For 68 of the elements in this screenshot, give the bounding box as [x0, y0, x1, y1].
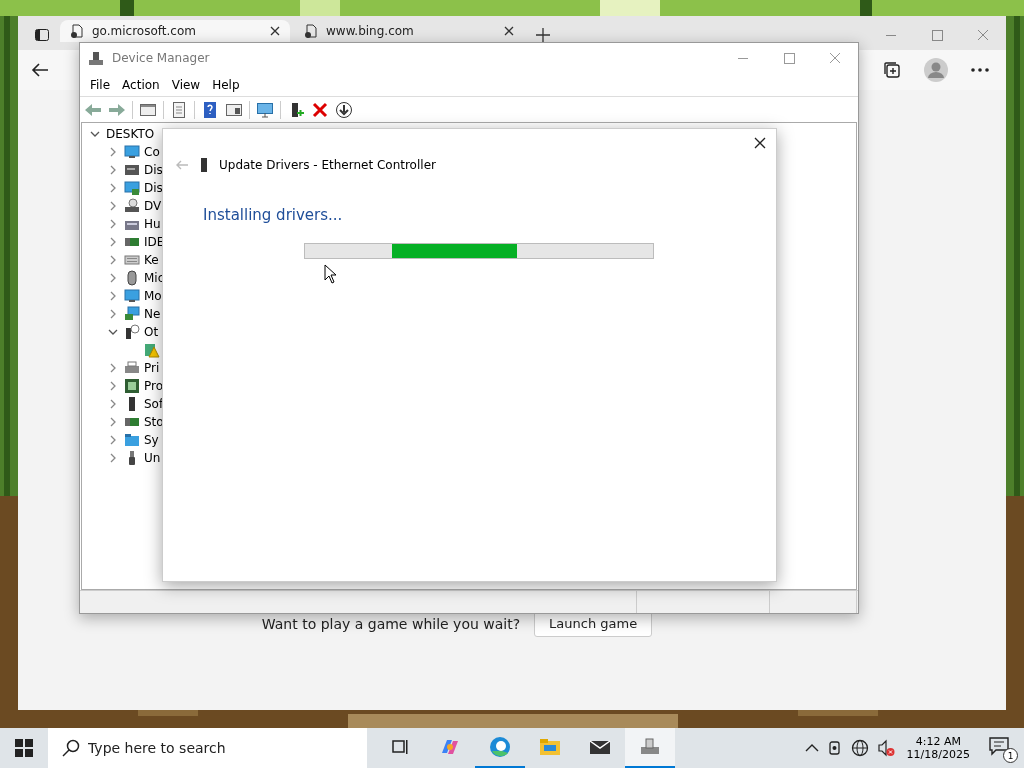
page-icon: [304, 24, 318, 38]
mouse-icon: [124, 270, 140, 286]
more-options-icon[interactable]: [970, 67, 990, 73]
warning-icon: [144, 342, 160, 358]
dialog-title: Update Drivers - Ethernet Controller: [219, 158, 436, 172]
clock-date[interactable]: 11/18/2025: [906, 748, 970, 761]
tree-item[interactable]: Hu: [144, 217, 161, 231]
close-icon[interactable]: [504, 26, 514, 36]
menu-item[interactable]: File: [84, 77, 117, 92]
device-icon: [199, 157, 209, 173]
game-prompt: Want to play a game while you wait?: [261, 615, 521, 632]
globe-icon[interactable]: [850, 739, 869, 757]
tree-item[interactable]: Dis: [144, 181, 163, 195]
search-icon: [62, 739, 80, 757]
drive-icon: [124, 162, 140, 178]
menu-item[interactable]: View: [165, 77, 207, 92]
tree-item[interactable]: Pri: [144, 361, 160, 375]
printer-icon: [124, 360, 140, 376]
start-button[interactable]: [15, 739, 33, 757]
tree-item[interactable]: Ot: [144, 325, 159, 339]
display-icon: [124, 180, 140, 196]
tree-item[interactable]: Ke: [144, 253, 159, 267]
chip-icon: [124, 378, 140, 394]
tree-item[interactable]: Un: [144, 451, 161, 465]
network-icon: [124, 306, 140, 322]
meeting-icon[interactable]: [826, 740, 843, 756]
tree-item[interactable]: Co: [144, 145, 160, 159]
tree-item[interactable]: DESKTO: [106, 127, 155, 141]
browser-tab[interactable]: www.bing.com: [294, 20, 524, 42]
dvd-icon: [124, 198, 140, 214]
tree-item[interactable]: Sof: [144, 397, 164, 411]
tree-item[interactable]: Sy: [144, 433, 159, 447]
collections-icon[interactable]: [882, 60, 902, 80]
close-icon[interactable]: [754, 137, 766, 149]
message-icon: [988, 735, 1010, 757]
tree-item[interactable]: Pro: [144, 379, 164, 393]
folder-icon: [124, 432, 140, 448]
close-icon[interactable]: [270, 26, 280, 36]
chevron-up-icon[interactable]: [804, 743, 819, 753]
tree-item[interactable]: Mo: [144, 289, 162, 303]
menu-item[interactable]: Action: [116, 77, 166, 92]
tree-item[interactable]: DV: [144, 199, 162, 213]
browser-tab[interactable]: go.microsoft.com: [60, 20, 290, 42]
mouse-pointer-icon: [324, 264, 337, 284]
new-tab-icon[interactable]: [536, 28, 550, 42]
window-title: Device Manager: [112, 51, 210, 65]
profile-avatar[interactable]: [924, 58, 948, 82]
document-icon[interactable]: [170, 100, 188, 119]
keyboard-icon: [124, 252, 140, 268]
tab-actions-icon[interactable]: [34, 27, 50, 43]
tree-item[interactable]: Dis: [144, 163, 163, 177]
download-icon[interactable]: [335, 100, 353, 119]
search-field[interactable]: Type here to search: [48, 728, 367, 768]
tree-item[interactable]: Mic: [144, 271, 165, 285]
menu-item[interactable]: Help: [206, 77, 246, 92]
edge-icon: [488, 735, 512, 759]
notification-count: 1: [1003, 748, 1018, 763]
tree-item[interactable]: Ne: [144, 307, 161, 321]
help-icon[interactable]: [201, 100, 219, 119]
monitor-icon[interactable]: [256, 100, 274, 119]
volume-muted-icon[interactable]: [876, 739, 895, 757]
clock-time[interactable]: 4:12 AM: [915, 735, 961, 748]
page-icon: [70, 24, 84, 38]
remove-icon[interactable]: [311, 100, 329, 119]
status-heading: Installing drivers...: [203, 206, 344, 224]
monitor-icon: [124, 144, 140, 160]
monitor-icon: [124, 288, 140, 304]
device-manager-icon: [88, 50, 104, 66]
